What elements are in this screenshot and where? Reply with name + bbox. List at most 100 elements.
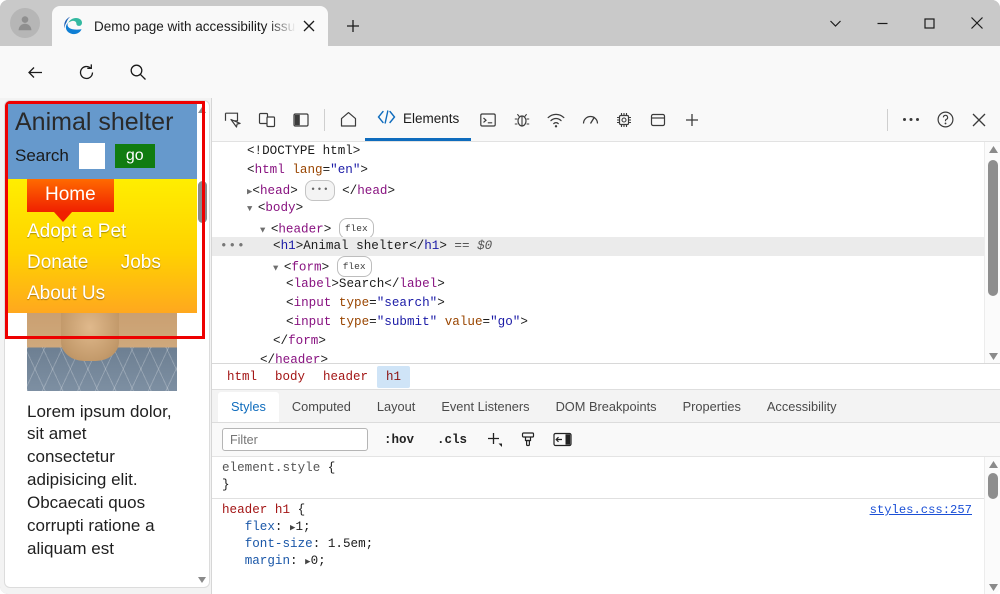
expand-arrow-icon[interactable]: ▼ (260, 226, 271, 236)
dom-node-row[interactable]: ▼ <header> flex (212, 218, 1000, 237)
style-source-link[interactable]: styles.css:257 (870, 503, 972, 517)
style-declaration[interactable]: font-size: 1.5em; (222, 536, 1000, 553)
network-icon[interactable] (539, 104, 573, 136)
expand-arrow-icon[interactable]: ▼ (247, 204, 258, 214)
edge-logo-icon (64, 16, 84, 36)
panel-tab-layout[interactable]: Layout (364, 392, 428, 422)
nav-row-donate-jobs: Donate Jobs (5, 243, 197, 274)
debugger-icon[interactable] (505, 104, 539, 136)
dom-node-row[interactable]: <input type="submit" value="go"> (212, 313, 1000, 332)
refresh-icon[interactable] (69, 55, 103, 89)
add-style-rule-icon[interactable] (480, 427, 508, 453)
close-devtools-icon[interactable] (962, 104, 996, 136)
new-tab-button[interactable] (338, 11, 368, 41)
dom-node-row[interactable]: </form> (212, 332, 1000, 351)
tab-actions-chevron-down-icon[interactable] (812, 0, 859, 46)
help-icon[interactable] (928, 104, 962, 136)
page-scrollbar[interactable] (197, 105, 207, 585)
hov-toggle-button[interactable]: :hov (377, 430, 421, 450)
back-arrow-icon[interactable] (18, 55, 52, 89)
browser-tab[interactable]: Demo page with accessibility issu (52, 6, 328, 46)
scroll-down-arrow-icon[interactable] (197, 575, 207, 585)
device-emulation-icon[interactable] (250, 104, 284, 136)
memory-icon[interactable] (607, 104, 641, 136)
dom-node-row[interactable]: ▶<head> ••• </head> (212, 180, 1000, 199)
panel-tab-accessibility[interactable]: Accessibility (754, 392, 850, 422)
dom-node-row[interactable]: <label>Search</label> (212, 275, 1000, 294)
panel-tab-properties[interactable]: Properties (670, 392, 754, 422)
styles-scrollbar[interactable] (984, 457, 1000, 594)
dom-scroll-down-arrow-icon[interactable] (985, 349, 1000, 363)
search-submit-button[interactable]: go (115, 144, 155, 168)
styles-scroll-down-arrow-icon[interactable] (985, 580, 1000, 594)
nav-link-adopt-a-pet[interactable]: Adopt a Pet (27, 221, 126, 243)
performance-icon[interactable] (573, 104, 607, 136)
dom-node-row[interactable]: <!DOCTYPE html> (212, 142, 1000, 161)
dom-node-row[interactable]: <input type="search"> (212, 294, 1000, 313)
style-rule[interactable]: header h1 { flex: ▶1; font-size: 1.5em; … (212, 498, 1000, 574)
scroll-up-arrow-icon[interactable] (197, 105, 207, 115)
console-icon[interactable] (471, 104, 505, 136)
styles-panel-tabs[interactable]: StylesComputedLayoutEvent ListenersDOM B… (212, 390, 1000, 423)
styles-scroll-up-arrow-icon[interactable] (985, 457, 1000, 471)
style-declaration[interactable]: flex: ▶1; (222, 519, 1000, 536)
more-tools-icon[interactable] (894, 104, 928, 136)
close-window-icon[interactable] (953, 0, 1000, 46)
panel-tab-event-listeners[interactable]: Event Listeners (428, 392, 542, 422)
breadcrumb-item-html[interactable]: html (218, 366, 266, 388)
breadcrumb-item-h1[interactable]: h1 (377, 366, 410, 388)
application-icon[interactable] (641, 104, 675, 136)
nav-link-home[interactable]: Home (27, 179, 114, 212)
styles-body[interactable]: element.style {}header h1 { flex: ▶1; fo… (212, 457, 1000, 594)
style-rule[interactable]: element.style {} (212, 457, 1000, 498)
copy-styles-icon[interactable] (514, 427, 542, 453)
styles-rules: element.style {}header h1 { flex: ▶1; fo… (212, 457, 1000, 574)
tab-elements[interactable]: Elements (365, 99, 471, 141)
maximize-icon[interactable] (906, 0, 953, 46)
flex-badge[interactable]: flex (337, 256, 372, 277)
style-rule-selector[interactable]: header h1 (222, 503, 290, 517)
dom-node-row[interactable]: •••<h1>Animal shelter</h1> == $0 (212, 237, 1000, 256)
panel-tab-dom-breakpoints[interactable]: DOM Breakpoints (543, 392, 670, 422)
dom-tree-scrollbar[interactable] (984, 142, 1000, 363)
nav-link-about-us[interactable]: About Us (27, 283, 105, 305)
dom-node-row[interactable]: <html lang="en"> (212, 161, 1000, 180)
search-icon[interactable] (121, 55, 155, 89)
collapsed-children-badge[interactable]: ••• (305, 180, 334, 201)
dom-node-row[interactable]: ▼ <body> (212, 199, 1000, 218)
web-page-viewport[interactable]: Animal shelter Search go Home Adopt a Pe… (4, 100, 210, 588)
page-scroll-thumb[interactable] (198, 181, 207, 223)
dom-scroll-up-arrow-icon[interactable] (985, 142, 1000, 156)
filter-input[interactable] (222, 428, 368, 451)
expand-arrow-icon[interactable]: ▼ (273, 264, 284, 274)
panel-tab-computed[interactable]: Computed (279, 392, 364, 422)
dom-node-row[interactable]: ▼ <form> flex (212, 256, 1000, 275)
dom-node-row[interactable]: </header> (212, 351, 1000, 364)
breadcrumb-item-body[interactable]: body (266, 366, 314, 388)
profile-avatar[interactable] (10, 8, 40, 38)
dock-side-icon[interactable] (284, 104, 318, 136)
nav-link-jobs[interactable]: Jobs (121, 252, 161, 274)
styles-scroll-thumb[interactable] (988, 473, 998, 499)
add-panel-icon[interactable] (675, 104, 709, 136)
home-icon[interactable] (331, 104, 365, 136)
close-tab-icon[interactable] (296, 13, 322, 39)
dom-scroll-thumb[interactable] (988, 160, 998, 296)
devtools-toolbar: Elements (212, 98, 1000, 142)
node-menu-dots-icon[interactable]: ••• (220, 237, 246, 256)
panel-tab-styles[interactable]: Styles (218, 392, 279, 422)
nav-link-donate[interactable]: Donate (27, 252, 88, 274)
breadcrumb[interactable]: htmlbodyheaderh1 (212, 364, 1000, 390)
toggle-element-state-icon[interactable] (548, 427, 576, 453)
inspect-element-icon[interactable] (216, 104, 250, 136)
style-declaration[interactable]: margin: ▶0; (222, 553, 1000, 570)
page-document: Animal shelter Search go Home Adopt a Pe… (5, 101, 197, 587)
minimize-icon[interactable] (859, 0, 906, 46)
devtools-panel: Elements (211, 98, 1000, 594)
style-rule-selector[interactable]: element.style (222, 461, 320, 475)
flex-badge[interactable]: flex (339, 218, 374, 239)
breadcrumb-item-header[interactable]: header (314, 366, 377, 388)
cls-toggle-button[interactable]: .cls (430, 430, 474, 450)
dom-tree[interactable]: <!DOCTYPE html><html lang="en">▶<head> •… (212, 142, 1000, 364)
search-input[interactable] (79, 143, 105, 169)
